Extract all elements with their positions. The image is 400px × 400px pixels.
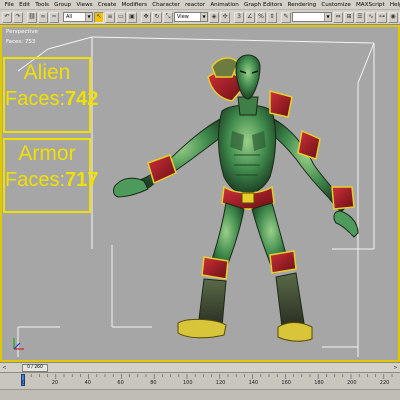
track-tick-label: 220 (379, 380, 390, 386)
named-selection-icon[interactable]: ✎ (281, 11, 291, 23)
time-slider-thumb[interactable]: 0 / 260 (22, 364, 48, 372)
track-tick-label: 0 (22, 380, 26, 386)
snaps-toggle-icon[interactable]: 3 (234, 11, 244, 23)
redo-icon[interactable]: ↷ (13, 11, 23, 23)
select-move-icon[interactable]: ✥ (141, 11, 151, 23)
bind-space-warp-icon[interactable]: ≈ (49, 11, 59, 23)
previous-frame-icon[interactable]: < (1, 364, 8, 372)
spinner-snap-icon[interactable]: ⇕ (267, 11, 277, 23)
selection-filter-value: All (66, 14, 73, 20)
menu-rendering[interactable]: Rendering (285, 0, 319, 9)
alien-character-model[interactable] (92, 27, 392, 360)
pivot-center-icon[interactable]: ◈ (209, 11, 219, 23)
angle-snap-icon[interactable]: ∠ (245, 11, 255, 23)
select-scale-icon[interactable]: ⤡ (163, 11, 173, 23)
track-tick-label: 180 (314, 380, 324, 386)
alien-info-box: Alien Faces:742 (3, 57, 98, 133)
track-bar-ticks (22, 374, 393, 379)
armor-faces-value: 717 (65, 169, 99, 191)
next-frame-icon[interactable]: > (392, 364, 399, 372)
menu-group[interactable]: Group (52, 0, 74, 9)
viewport-label[interactable]: Perspective (6, 29, 38, 35)
menu-edit[interactable]: Edit (17, 0, 33, 9)
perspective-viewport[interactable]: Perspective Faces: 753 Alien Faces:742 A… (0, 25, 400, 362)
track-bar-bottom (0, 389, 400, 400)
material-editor-icon[interactable]: ◉ (388, 11, 398, 23)
rectangular-selection-icon[interactable]: ▭ (116, 11, 126, 23)
track-tick-label: 140 (248, 380, 259, 386)
menu-animation[interactable]: Animation (208, 0, 242, 9)
chevron-down-icon: ▼ (200, 13, 207, 21)
menu-bar: File Edit Tools Group Views Create Modif… (0, 0, 400, 10)
track-tick-label: 40 (84, 380, 91, 386)
axis-tripod-icon (13, 338, 24, 350)
menu-help[interactable]: Help (387, 0, 400, 9)
track-tick-label: 80 (150, 380, 157, 386)
armor-faces: Faces:717 (5, 169, 98, 191)
track-tick-label: 100 (183, 380, 193, 386)
armor-name: Armor (18, 142, 76, 165)
select-rotate-icon[interactable]: ↻ (152, 11, 162, 23)
undo-icon[interactable]: ↶ (2, 11, 12, 23)
track-tick-label: 120 (215, 380, 226, 386)
align-icon[interactable]: ⊞ (344, 11, 354, 23)
menu-modifiers[interactable]: Modifiers (119, 0, 150, 9)
alien-faces: Faces:742 (5, 88, 98, 110)
track-tick-label: 20 (51, 380, 59, 386)
armor-faces-label: Faces: (5, 169, 66, 191)
menu-customize[interactable]: Customize (319, 0, 354, 9)
menu-tools[interactable]: Tools (33, 0, 52, 9)
named-selection-sets-dropdown[interactable]: ▼ (292, 12, 332, 22)
track-bar[interactable]: 0 20 40 60 80 100 120 140 160 180 200 220 (0, 372, 400, 400)
chevron-down-icon: ▼ (324, 13, 331, 21)
chevron-down-icon: ▼ (85, 13, 92, 21)
select-object-icon[interactable]: ↖ (94, 11, 104, 23)
menu-views[interactable]: Views (74, 0, 95, 9)
alien-name: Alien (23, 61, 71, 84)
menu-character[interactable]: Character (150, 0, 183, 9)
select-by-name-icon[interactable]: ≡ (105, 11, 115, 23)
percent-snap-icon[interactable]: % (256, 11, 266, 23)
unlink-icon[interactable]: ∞ (38, 11, 48, 23)
time-slider[interactable]: < 0 / 260 > (0, 362, 400, 372)
mirror-icon[interactable]: ⇔ (333, 11, 343, 23)
alien-faces-value: 742 (65, 88, 99, 110)
armor-info-box: Armor Faces:717 (3, 138, 98, 213)
schematic-view-icon[interactable]: ⊶ (377, 11, 387, 23)
select-manipulate-icon[interactable]: ✣ (220, 11, 230, 23)
menu-file[interactable]: File (2, 0, 17, 9)
reference-coordinate-dropdown[interactable]: View ▼ (174, 12, 208, 22)
main-toolbar: ↶ ↷ ⛓ ∞ ≈ All ▼ ↖ ≡ ▭ ▣ ✥ ↻ ⤡ View ▼ ◈ ✣… (0, 10, 400, 25)
track-tick-label: 200 (347, 380, 357, 386)
track-tick-label: 160 (281, 380, 291, 386)
layer-manager-icon[interactable]: ☰ (355, 11, 365, 23)
select-link-icon[interactable]: ⛓ (27, 11, 37, 23)
menu-maxscript[interactable]: MAXScript (353, 0, 387, 9)
menu-reactor[interactable]: reactor (183, 0, 208, 9)
window-crossing-icon[interactable]: ▣ (127, 11, 137, 23)
reference-coordinate-value: View (177, 14, 189, 20)
menu-create[interactable]: Create (95, 0, 119, 9)
track-tick-label: 60 (117, 380, 124, 386)
selection-filter-dropdown[interactable]: All ▼ (63, 12, 93, 22)
menu-graph-editors[interactable]: Graph Editors (241, 0, 285, 9)
viewport-faces-readout: Faces: 753 (6, 39, 36, 45)
curve-editor-icon[interactable]: ∿ (366, 11, 376, 23)
alien-faces-label: Faces: (5, 88, 66, 110)
